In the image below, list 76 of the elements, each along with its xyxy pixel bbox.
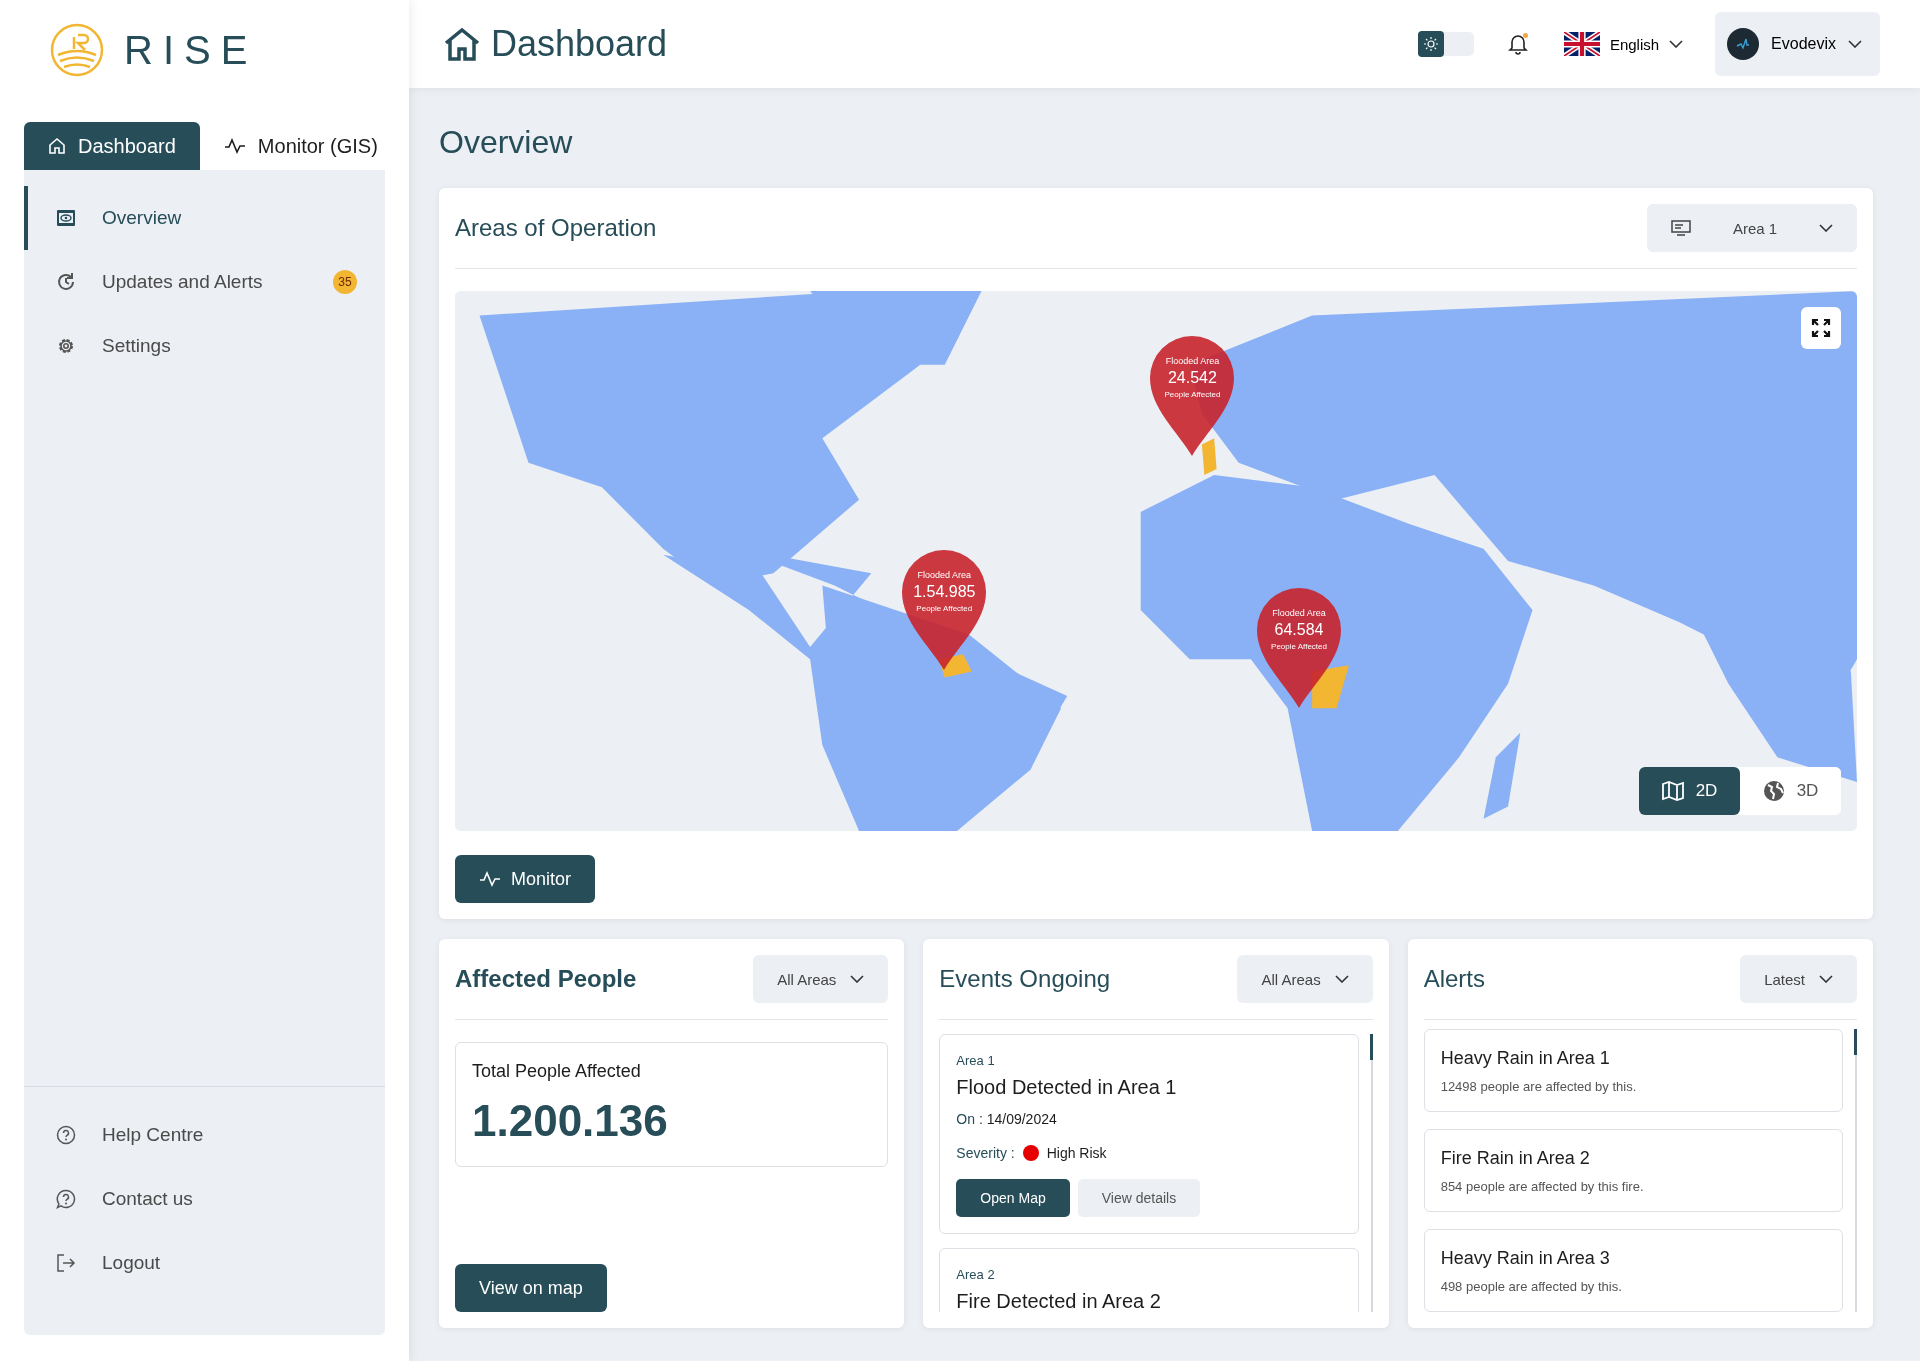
severity-label: Severity : <box>956 1145 1015 1161</box>
severity-value: High Risk <box>1046 1145 1107 1161</box>
avatar-icon <box>1727 28 1760 60</box>
scrollbar-thumb[interactable] <box>1854 1029 1857 1055</box>
date-label: On : <box>956 1111 983 1127</box>
map-icon <box>1661 781 1684 801</box>
card-title: Areas of Operation <box>455 214 657 242</box>
chevron-down-icon <box>1669 40 1684 48</box>
uk-flag-icon <box>1563 32 1600 56</box>
globe-icon <box>1762 780 1785 802</box>
nav-item[interactable]: Overview <box>24 186 385 250</box>
stat-value: 1.200.136 <box>472 1096 669 1146</box>
pulse-icon <box>479 871 501 887</box>
chevron-down-icon <box>1819 975 1833 983</box>
page-header-title: Dashboard <box>491 23 669 65</box>
nav-item[interactable]: Logout <box>24 1231 385 1295</box>
alert-text: 854 people are affected by this fire. <box>1440 1179 1645 1194</box>
event-title: Fire Detected in Area 2 <box>956 1290 1162 1312</box>
theme-toggle[interactable] <box>1417 32 1474 56</box>
monitor-icon <box>1671 220 1691 236</box>
alert-item[interactable]: Heavy Rain in Area 3 498 people are affected by this. <box>1423 1229 1843 1312</box>
sun-icon <box>1423 37 1438 51</box>
alert-text: 498 people are affected by this. <box>1440 1279 1623 1294</box>
chevron-down-icon <box>1819 224 1833 232</box>
gear-icon <box>56 336 76 356</box>
monitor-button[interactable]: Monitor <box>455 855 596 903</box>
nav-item[interactable]: Help Centre <box>24 1103 385 1167</box>
notification-button[interactable] <box>1507 33 1528 55</box>
logo-text: RISE <box>124 27 258 73</box>
area-select[interactable]: Area 1 <box>1647 204 1857 252</box>
event-area: Area 1 <box>956 1053 1342 1068</box>
alert-title: Heavy Rain in Area 1 <box>1440 1048 1611 1069</box>
card-title: Affected People <box>455 965 637 993</box>
card-title: Events Ongoing <box>939 965 1111 993</box>
view-mode-tab[interactable]: 2D <box>1639 767 1740 815</box>
home-icon <box>48 137 66 155</box>
fullscreen-button[interactable] <box>1801 307 1841 349</box>
event-date: 14/09/2024 <box>986 1111 1057 1127</box>
user-menu[interactable]: Evodevix <box>1715 12 1880 76</box>
card-title: Alerts <box>1423 965 1485 993</box>
event-title: Flood Detected in Area 1 <box>956 1076 1178 1099</box>
stat-label: Total People Affected <box>472 1061 642 1082</box>
event-area: Area 2 <box>956 1267 1342 1282</box>
alert-item[interactable]: Fire Rain in Area 2 854 people are affected by this fire. <box>1423 1129 1843 1212</box>
map-pin[interactable]: Flooded Area 1.54.985 People Affected <box>900 547 989 672</box>
home-icon <box>443 27 481 61</box>
nav-item[interactable]: Updates and Alerts 35 <box>24 250 385 314</box>
history-icon <box>56 272 76 292</box>
help-icon <box>56 1125 76 1145</box>
sidebar-tab[interactable]: Dashboard <box>24 122 200 170</box>
alert-title: Heavy Rain in Area 3 <box>1440 1248 1611 1269</box>
view-details-button[interactable]: View details <box>1077 1179 1201 1217</box>
filter-select[interactable]: All Areas <box>1237 955 1373 1003</box>
filter-select[interactable]: All Areas <box>753 955 889 1003</box>
alert-title: Fire Rain in Area 2 <box>1440 1148 1591 1169</box>
pulse-icon <box>223 138 246 154</box>
section-title: Overview <box>439 123 574 162</box>
chevron-down-icon <box>1848 40 1862 48</box>
scrollbar-thumb[interactable] <box>1369 1034 1373 1060</box>
alert-item[interactable]: Heavy Rain in Area 1 12498 people are affected by this. <box>1423 1029 1843 1112</box>
fullscreen-icon <box>1811 318 1831 338</box>
chevron-down-icon <box>850 975 865 983</box>
chevron-down-icon <box>1334 975 1349 983</box>
nav-item[interactable]: Settings <box>24 314 385 378</box>
open-map-button[interactable]: Open Map <box>956 1179 1070 1217</box>
eye-icon <box>56 209 76 227</box>
map-pin[interactable]: Flooded Area 64.584 People Affected <box>1255 585 1343 710</box>
view-on-map-button[interactable]: View on map <box>455 1264 607 1312</box>
language-select[interactable]: English <box>1557 31 1690 57</box>
alert-text: 12498 people are affected by this. <box>1440 1079 1638 1094</box>
logo-icon <box>50 23 104 77</box>
logout-icon <box>56 1253 76 1273</box>
count-badge: 35 <box>333 270 357 294</box>
nav-item[interactable]: Contact us <box>24 1167 385 1231</box>
chat-question-icon <box>56 1189 76 1209</box>
filter-select[interactable]: Latest <box>1740 955 1857 1003</box>
